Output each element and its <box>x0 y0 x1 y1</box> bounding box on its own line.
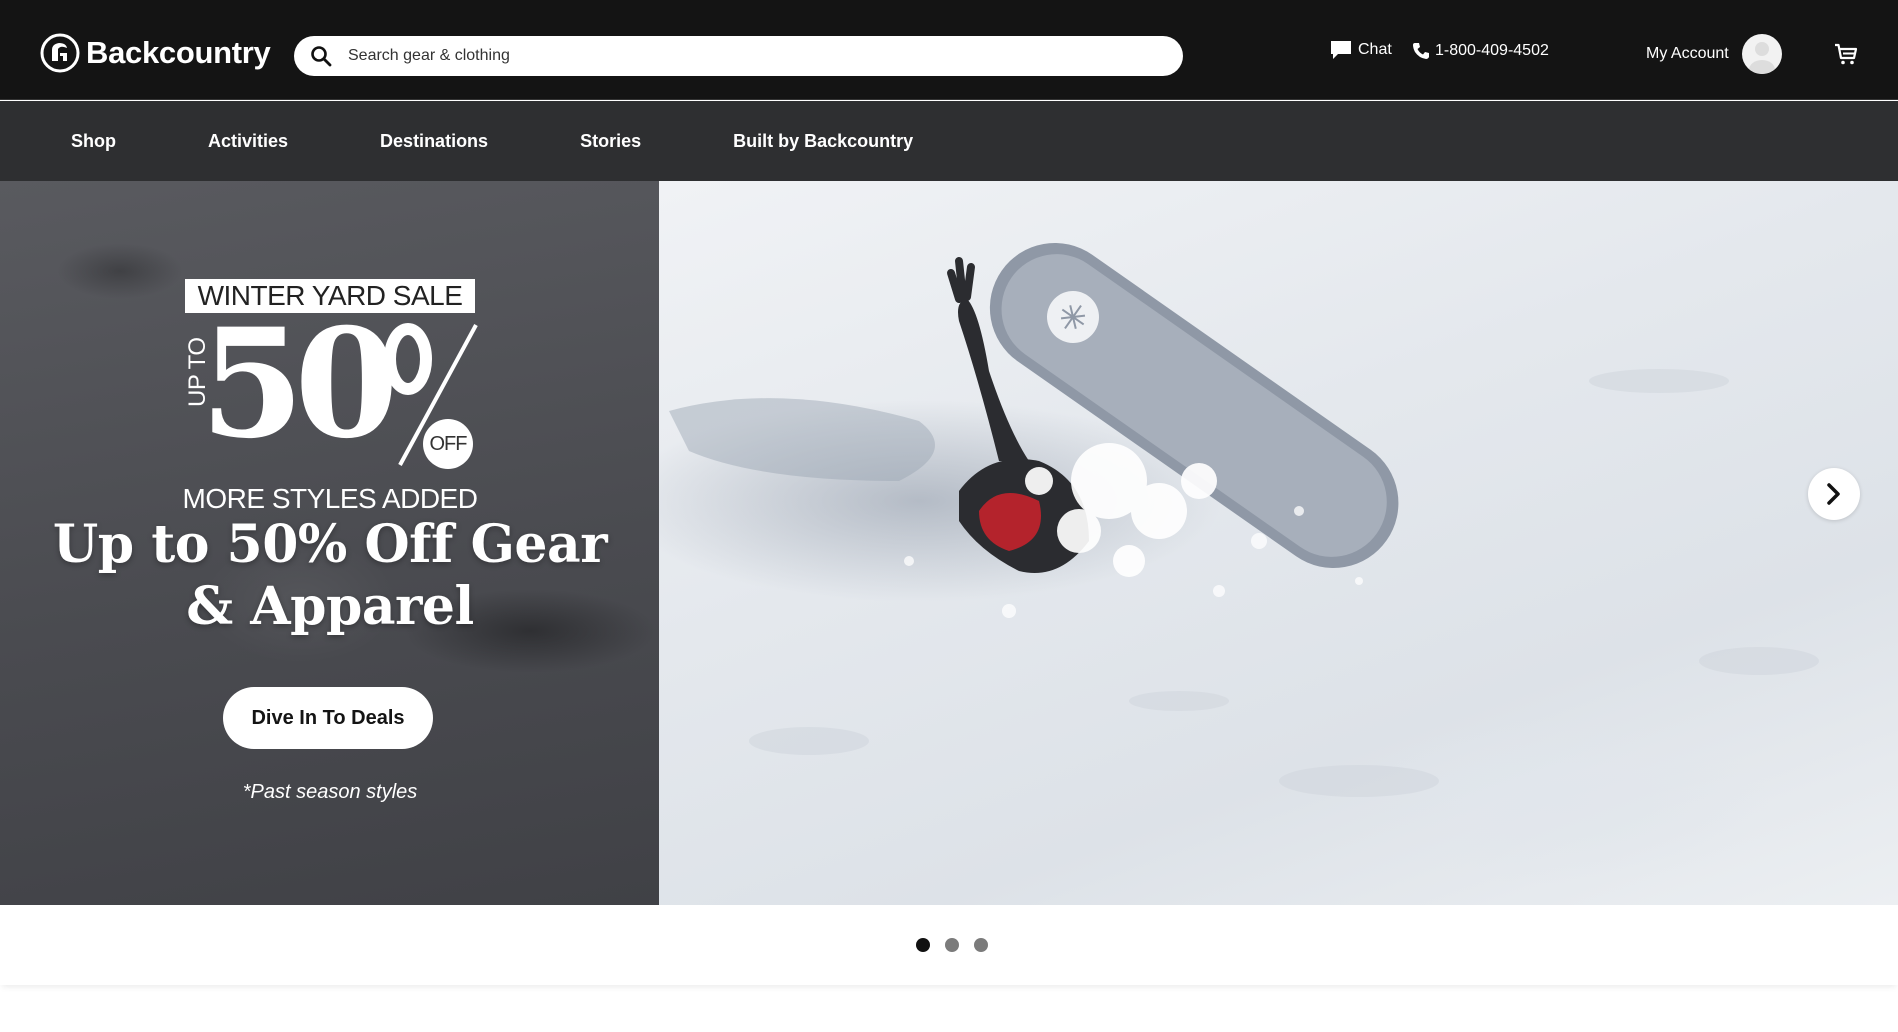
goat-logo-icon <box>40 33 80 73</box>
past-season-footnote: *Past season styles <box>242 781 418 803</box>
search-bar[interactable] <box>294 36 1183 76</box>
nav-item-destinations[interactable]: Destinations <box>380 131 488 152</box>
dive-in-to-deals-button[interactable]: Dive In To Deals <box>223 687 433 749</box>
avatar[interactable] <box>1741 34 1782 74</box>
my-account-link[interactable]: My Account <box>1646 34 1782 74</box>
logo-text: Backcountry <box>86 35 271 70</box>
hero-headline: Up to 50% Off Gear & Apparel <box>52 514 608 637</box>
chat-label: Chat <box>1358 41 1392 58</box>
user-avatar-icon <box>1748 42 1775 74</box>
phone-link[interactable]: 1-800-409-4502 <box>1412 42 1549 60</box>
nav-item-stories[interactable]: Stories <box>580 131 641 152</box>
main-navigation: Shop Activities Destinations Stories Bui… <box>0 101 1898 181</box>
carousel-pagination <box>0 905 1898 985</box>
phone-number: 1-800-409-4502 <box>1435 42 1549 59</box>
backcountry-logo[interactable]: Backcountry <box>40 32 271 74</box>
snowboarder-photo <box>669 242 1819 797</box>
carousel-dot-2[interactable] <box>945 938 959 952</box>
chat-link[interactable]: Chat <box>1330 40 1392 60</box>
carousel-dot-1[interactable] <box>916 938 930 952</box>
phone-icon <box>1413 43 1429 59</box>
nav-item-shop[interactable]: Shop <box>71 131 116 152</box>
discount-number: 50 <box>200 296 399 472</box>
chevron-right-icon <box>1827 483 1840 505</box>
cart-icon[interactable] <box>1834 42 1858 66</box>
search-icon[interactable] <box>310 45 332 67</box>
hero-carousel: WINTER YARD SALE UP TO 50 OFF MORE STYLE… <box>0 181 1898 905</box>
winter-yard-sale-badge: WINTER YARD SALE UP TO 50 OFF MORE STYLE… <box>180 279 480 514</box>
hero-image <box>659 181 1898 905</box>
carousel-dot-3[interactable] <box>974 938 988 952</box>
site-header: Backcountry Chat 1-800-409-4502 My Accou… <box>0 0 1898 100</box>
hero-promo-panel: WINTER YARD SALE UP TO 50 OFF MORE STYLE… <box>0 181 659 905</box>
carousel-next-button[interactable] <box>1808 468 1860 520</box>
nav-item-activities[interactable]: Activities <box>208 131 288 152</box>
account-label: My Account <box>1646 45 1729 62</box>
off-label: OFF <box>423 419 473 469</box>
chat-bubble-icon <box>1331 41 1351 59</box>
more-styles-label: MORE STYLES ADDED <box>182 483 478 514</box>
nav-item-built-by-backcountry[interactable]: Built by Backcountry <box>733 131 913 152</box>
search-input[interactable] <box>348 47 1168 65</box>
